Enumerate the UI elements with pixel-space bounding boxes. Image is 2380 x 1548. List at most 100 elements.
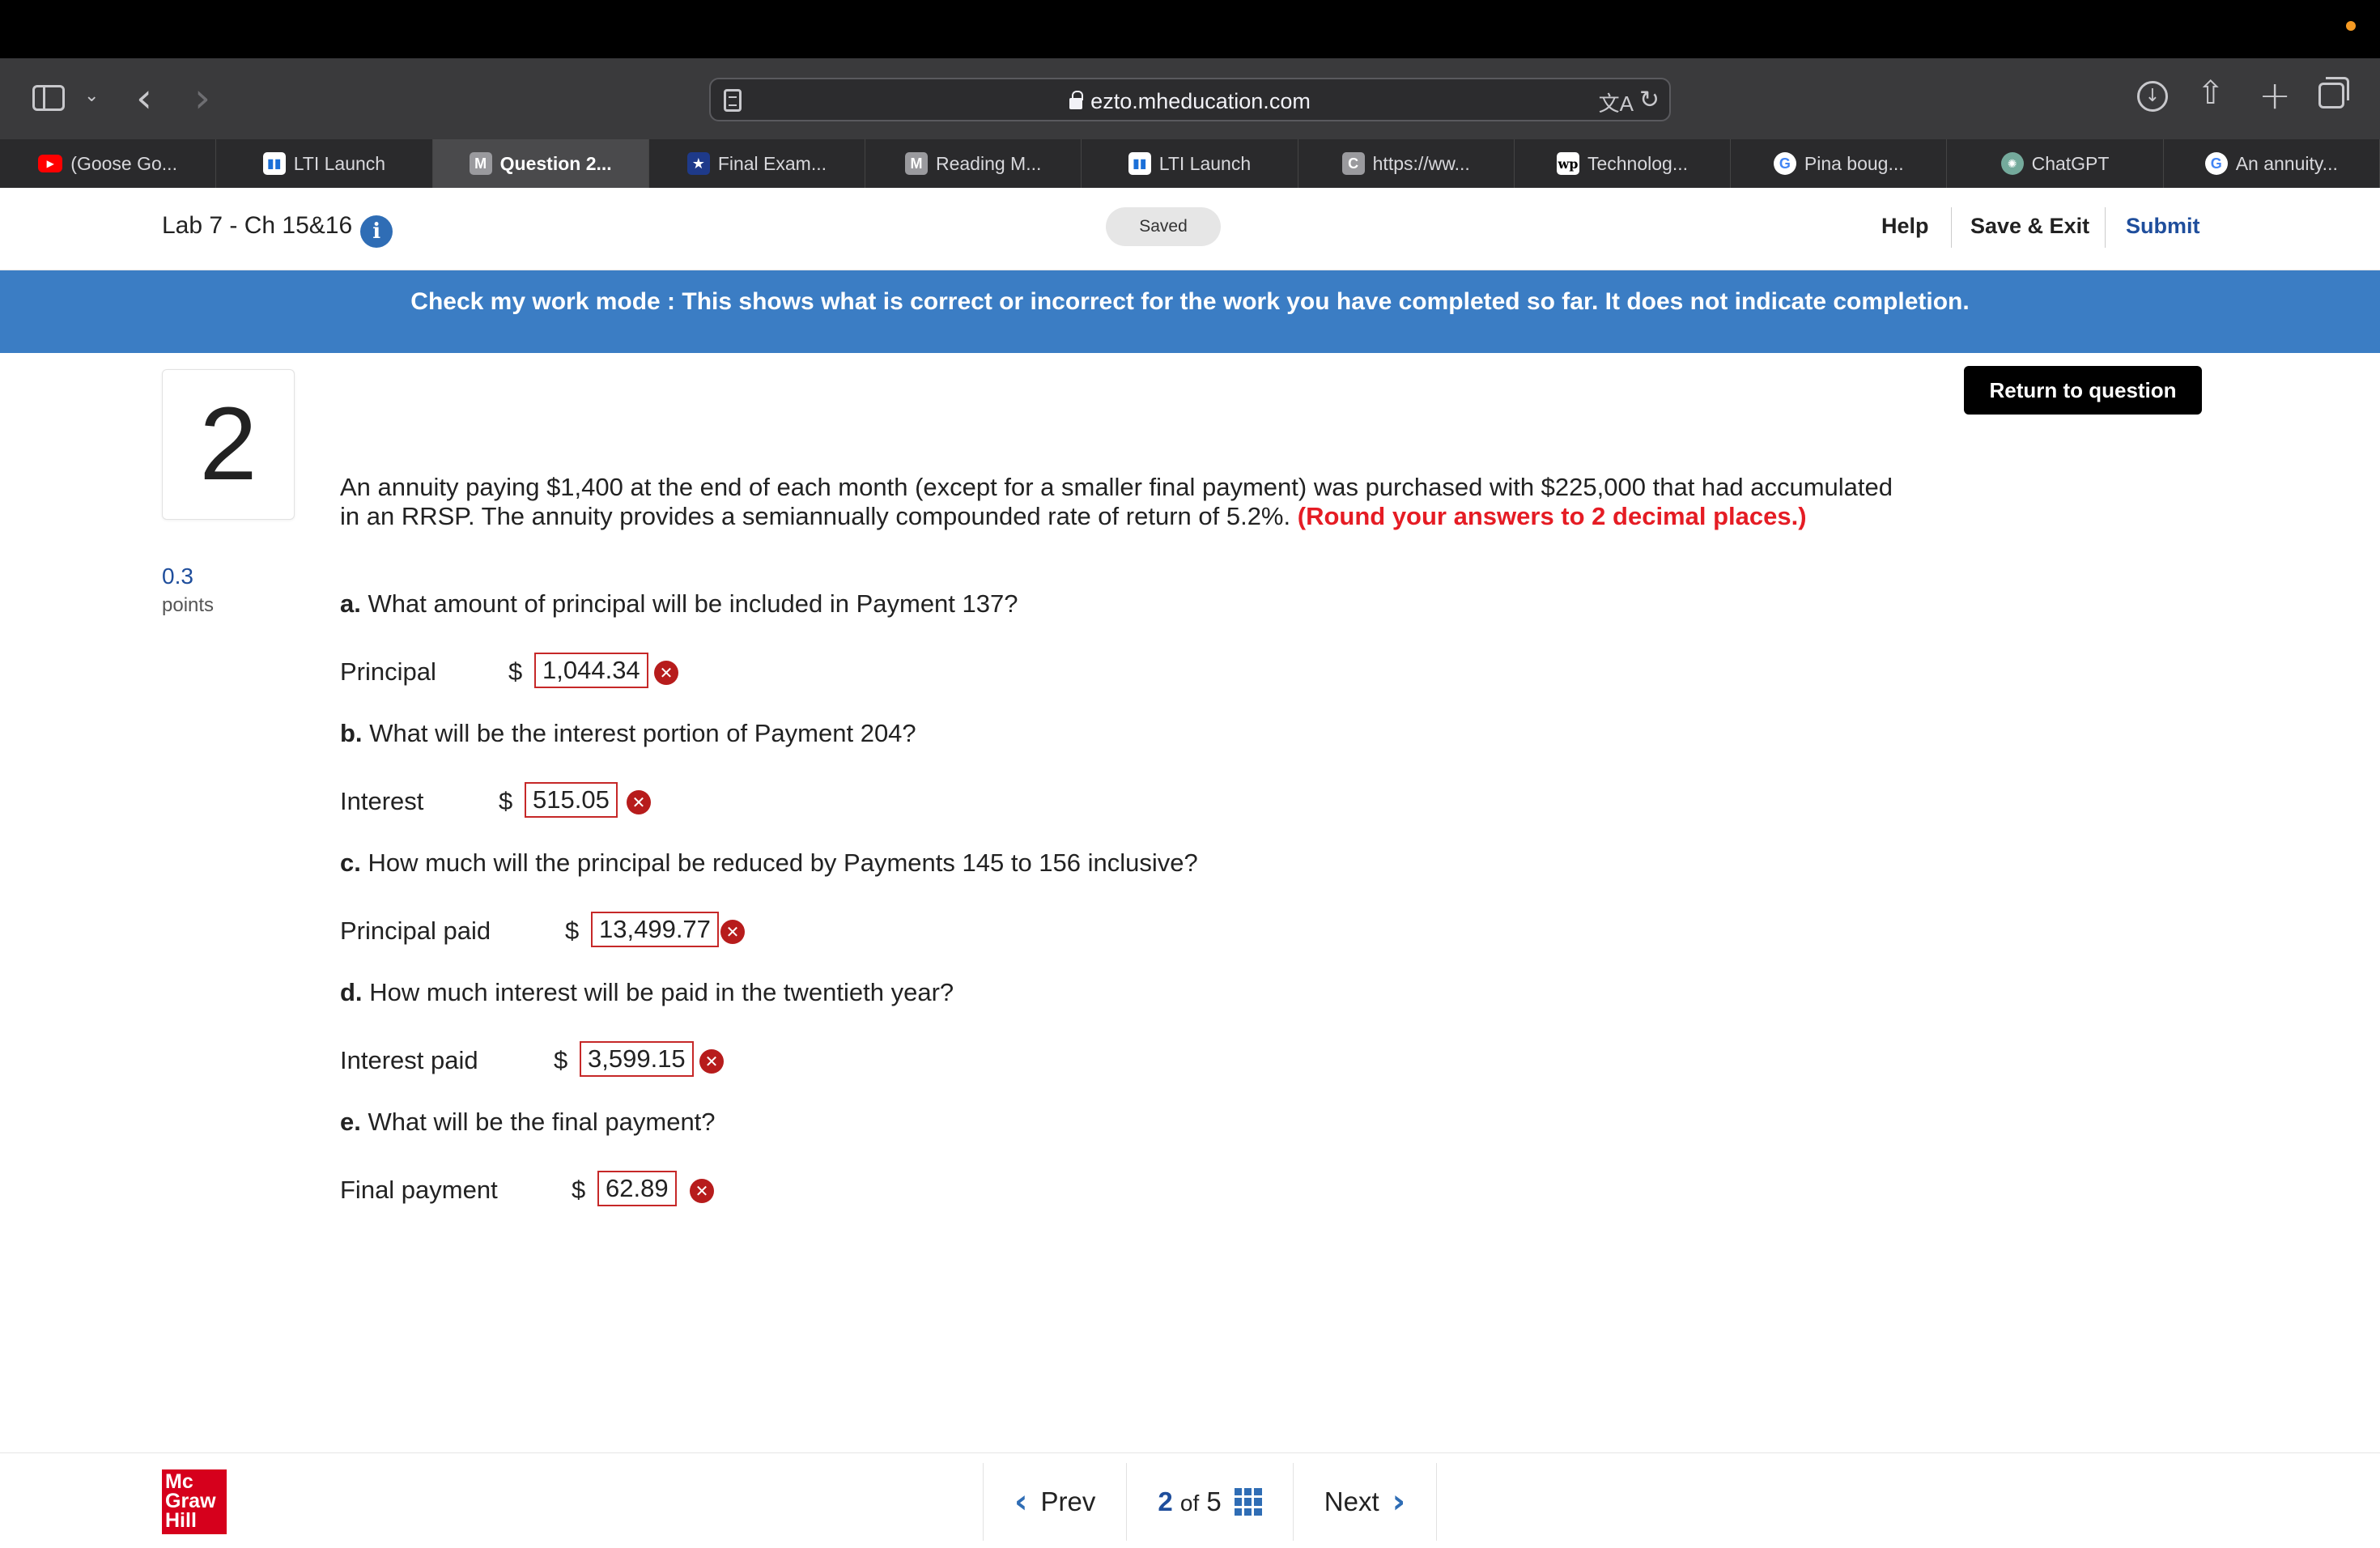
tab-label: An annuity... (2235, 152, 2338, 174)
chatgpt-icon: ✺ (2000, 152, 2024, 175)
tab-strip: ▶ (Goose Go... ▮▮ LTI Launch M Question 2..… (0, 139, 2380, 188)
answer-field[interactable]: 13,499.77 (591, 912, 719, 947)
share-icon[interactable]: ⇧ (2197, 74, 2225, 112)
incorrect-icon: ✕ (699, 1049, 724, 1074)
chart-icon: ▮▮ (262, 152, 286, 175)
page-indicator: 2 of 5 (1158, 1486, 1221, 1517)
tab-label: https://ww... (1372, 152, 1470, 174)
download-icon[interactable]: ↓ (2137, 81, 2168, 112)
header-divider (1951, 207, 1952, 248)
tab-label: Final Exam... (717, 152, 827, 174)
back-arrow-icon[interactable]: ‹ (136, 74, 152, 121)
submit-button[interactable]: Submit (2126, 214, 2200, 239)
browser-tab-active[interactable]: M Question 2... (432, 139, 649, 188)
tab-label: ChatGPT (2031, 152, 2110, 174)
current-page: 2 (1158, 1486, 1173, 1516)
new-tab-icon[interactable]: + (2259, 73, 2291, 118)
answer-field[interactable]: 62.89 (597, 1171, 677, 1206)
part-e-question: e. What will be the final payment? (340, 1108, 716, 1137)
assignment-title: Lab 7 - Ch 15&16 i (162, 212, 393, 248)
recording-indicator-icon (2346, 21, 2356, 31)
browser-tab[interactable]: wp Technolog... (1515, 139, 1732, 188)
points-label: points (162, 594, 215, 616)
browser-tab[interactable]: ▮▮ LTI Launch (216, 139, 433, 188)
help-button[interactable]: Help (1881, 214, 1929, 239)
answer-label: Principal (340, 657, 436, 686)
question-number-card: 2 (162, 369, 295, 520)
logo-line: Mc (165, 1470, 193, 1493)
page-of: of (1179, 1491, 1200, 1516)
browser-tab[interactable]: M Reading M... (865, 139, 1082, 188)
system-status-bar (0, 0, 2380, 58)
total-pages: 5 (1206, 1486, 1222, 1516)
points-value: 0.3 (162, 563, 193, 589)
rounding-instruction: (Round your answers to 2 decimal places.… (1297, 502, 1807, 530)
prev-button[interactable]: ‹ Prev (984, 1463, 1128, 1541)
chevron-down-icon[interactable]: ⌄ (84, 86, 99, 106)
next-label: Next (1324, 1486, 1379, 1516)
grid-icon (1234, 1488, 1262, 1516)
browser-toolbar: ⌄ ‹ › ezto.mheducation.com 文A ↻ ↓ ⇧ + (0, 58, 2380, 139)
star-icon: ★ (686, 152, 710, 175)
tab-label: LTI Launch (1158, 152, 1252, 174)
browser-tab[interactable]: ▮▮ LTI Launch (1082, 139, 1298, 188)
part-text: How much interest will be paid in the tw… (369, 978, 954, 1006)
address-bar[interactable]: ezto.mheducation.com 文A ↻ (709, 78, 1671, 121)
translate-icon[interactable]: 文A (1599, 87, 1634, 117)
google-icon: G (1773, 152, 1796, 175)
c-icon: C (1341, 152, 1365, 175)
browser-tab[interactable]: ▶ (Goose Go... (0, 139, 217, 188)
tab-label: Technolog... (1587, 152, 1688, 174)
chart-icon: ▮▮ (1128, 152, 1151, 175)
forward-arrow-icon[interactable]: › (194, 74, 210, 121)
saved-status-badge: Saved (1106, 207, 1221, 246)
google-icon: G (2204, 152, 2228, 175)
tab-label: Reading M... (935, 152, 1042, 174)
part-letter: e. (340, 1108, 361, 1136)
lock-icon (1069, 91, 1084, 109)
chevron-right-icon: › (1392, 1483, 1406, 1520)
check-work-banner: Check my work mode : This shows what is … (0, 270, 2380, 353)
m-icon: M (904, 152, 928, 175)
browser-tab[interactable]: ★ Final Exam... (649, 139, 866, 188)
browser-tab[interactable]: Chttps://ww... (1298, 139, 1515, 188)
browser-tab[interactable]: G Pina boug... (1731, 139, 1948, 188)
part-letter: a. (340, 589, 361, 618)
answer-label: Interest (340, 787, 424, 815)
tab-label: LTI Launch (293, 152, 386, 174)
m-icon: M (469, 152, 492, 175)
answer-field[interactable]: 3,599.15 (580, 1041, 694, 1077)
sidebar-toggle-icon[interactable] (32, 85, 65, 111)
wp-icon: wp (1556, 152, 1579, 175)
next-button[interactable]: Next › (1294, 1463, 1436, 1541)
tab-overview-icon[interactable] (2318, 77, 2349, 108)
incorrect-icon: ✕ (627, 790, 651, 814)
question-pager: ‹ Prev 2 of 5 Next › (983, 1463, 1438, 1541)
currency-symbol: $ (565, 916, 580, 945)
answer-field[interactable]: 515.05 (525, 782, 618, 818)
browser-tab[interactable]: ✺ ChatGPT (1947, 139, 2164, 188)
browser-tab[interactable]: G An annuity... (2164, 139, 2380, 188)
part-text: What will be the final payment? (368, 1108, 716, 1136)
answer-field[interactable]: 1,044.34 (534, 653, 648, 688)
currency-symbol: $ (572, 1176, 586, 1204)
incorrect-icon: ✕ (654, 661, 678, 685)
question-stem: An annuity paying $1,400 at the end of e… (340, 473, 1894, 531)
part-b-question: b. What will be the interest portion of … (340, 719, 916, 748)
answer-label: Final payment (340, 1176, 498, 1204)
youtube-icon: ▶ (38, 155, 63, 172)
part-letter: c. (340, 848, 361, 877)
url-text: ezto.mheducation.com (1090, 89, 1311, 113)
part-d-question: d. How much interest will be paid in the… (340, 978, 954, 1007)
question-map-button[interactable]: 2 of 5 (1127, 1463, 1294, 1541)
save-exit-button[interactable]: Save & Exit (1970, 214, 2089, 239)
part-text: What will be the interest portion of Pay… (369, 719, 916, 747)
page-footer: Mc Graw Hill ‹ Prev 2 of 5 Next › (0, 1452, 2380, 1548)
reload-icon[interactable]: ↻ (1639, 86, 1660, 114)
info-icon[interactable]: i (360, 215, 393, 248)
question-number: 2 (199, 386, 257, 502)
header-divider (2105, 207, 2106, 248)
tab-label: Question 2... (499, 152, 612, 174)
currency-symbol: $ (554, 1046, 568, 1074)
return-to-question-button[interactable]: Return to question (1964, 366, 2202, 415)
